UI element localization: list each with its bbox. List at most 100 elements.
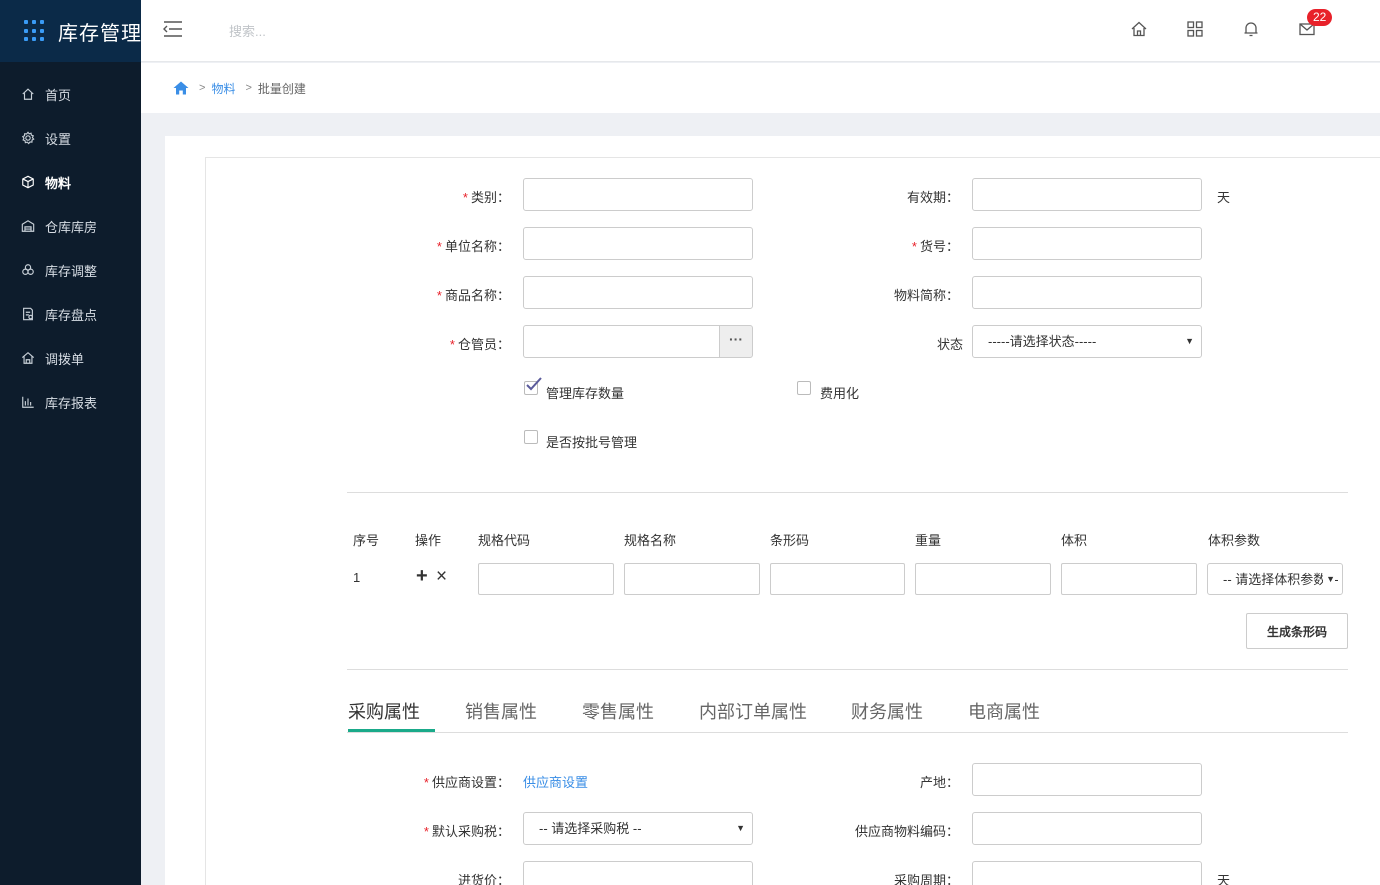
brand[interactable]: 库存管理: [0, 0, 141, 62]
transfer-icon: [21, 352, 35, 364]
topbar: 22: [141, 0, 1380, 62]
supplier-settings-link[interactable]: 供应商设置: [523, 772, 588, 791]
expense-checkbox[interactable]: [797, 381, 811, 395]
adjust-icon: [22, 264, 34, 275]
unit-name-label: * 单位名称：: [436, 239, 510, 254]
status-select[interactable]: -----请选择状态----- ▼: [972, 325, 1202, 358]
checkmark-icon: [526, 377, 542, 391]
table-header-volume-param: 体积参数: [1208, 533, 1261, 548]
manage-qty-checkbox[interactable]: [524, 377, 542, 395]
divider: [347, 492, 1348, 493]
table-header-index: 序号: [353, 533, 380, 548]
table-header-action: 操作: [415, 533, 442, 548]
breadcrumb-current: 批量创建: [257, 81, 306, 96]
search-input[interactable]: [229, 18, 429, 44]
form-container: [205, 157, 1380, 885]
home-icon[interactable]: [173, 81, 189, 95]
sidebar-item-label: 首页: [45, 87, 72, 103]
spec-code-input[interactable]: [478, 563, 614, 595]
supplier-code-label: 供应商物料编码：: [854, 824, 959, 839]
tab-ecommerce[interactable]: 电商属性: [968, 698, 1040, 724]
volume-param-value: -- 请选择体积参数 --: [1223, 572, 1339, 587]
manage-qty-label: 管理库存数量: [546, 386, 625, 401]
sidebar-item-home[interactable]: 首页: [0, 72, 141, 116]
item-no-input[interactable]: [972, 227, 1202, 260]
spec-name-input[interactable]: [624, 563, 760, 595]
warehouse-icon: [21, 220, 35, 232]
sidebar-item-reports[interactable]: 库存报表: [0, 380, 141, 424]
home-icon[interactable]: [1130, 20, 1148, 38]
purchase-price-input[interactable]: [523, 861, 753, 885]
product-name-label: * 商品名称：: [436, 288, 510, 303]
remove-row-icon[interactable]: ×: [436, 566, 447, 588]
sidebar-item-label: 调拨单: [45, 351, 85, 367]
sidebar-item-settings[interactable]: 设置: [0, 116, 141, 160]
chevron-down-icon: ▼: [736, 823, 745, 833]
sidebar-item-warehouse[interactable]: 仓库库房: [0, 204, 141, 248]
sidebar-item-label: 库存盘点: [45, 307, 98, 323]
generate-barcode-button[interactable]: 生成条形码: [1246, 613, 1348, 649]
weight-input[interactable]: [915, 563, 1051, 595]
tab-sales[interactable]: 销售属性: [465, 698, 537, 724]
chevron-down-icon: ▼: [1323, 564, 1335, 594]
purchase-tax-label: * 默认采购税：: [423, 824, 510, 839]
category-input[interactable]: [523, 178, 753, 211]
sidebar-item-stock-adjust[interactable]: 库存调整: [0, 248, 141, 292]
volume-input[interactable]: [1061, 563, 1197, 595]
tab-purchase[interactable]: 采购属性: [348, 698, 420, 724]
barcode-input[interactable]: [770, 563, 905, 595]
bar-chart-icon: [22, 396, 34, 408]
short-name-label: 物料简称：: [893, 288, 959, 303]
add-row-icon[interactable]: +: [416, 565, 428, 588]
supplier-label: * 供应商设置：: [423, 775, 510, 790]
tab-retail[interactable]: 零售属性: [582, 698, 654, 724]
sidebar-item-label: 设置: [45, 131, 72, 147]
short-name-input[interactable]: [972, 276, 1202, 309]
keeper-input[interactable]: [523, 325, 720, 358]
sidebar-item-label: 库存调整: [45, 263, 98, 279]
product-name-input[interactable]: [523, 276, 753, 309]
keeper-picker-button[interactable]: ···: [719, 325, 753, 358]
gear-icon: [21, 131, 35, 145]
table-header-volume: 体积: [1061, 533, 1088, 548]
purchase-tax-select[interactable]: -- 请选择采购税 -- ▼: [523, 812, 753, 845]
sidebar-item-stocktake[interactable]: 库存盘点: [0, 292, 141, 336]
tab-internal-order[interactable]: 内部订单属性: [699, 698, 807, 724]
purchase-cycle-label: 采购周期：: [893, 873, 959, 885]
grid-icon[interactable]: [1186, 20, 1204, 38]
breadcrumb: > 物料 > 批量创建: [141, 63, 1380, 113]
breadcrumb-separator: >: [199, 82, 206, 94]
validity-input[interactable]: [972, 178, 1202, 211]
origin-label: 产地：: [919, 775, 959, 790]
table-header-spec-name: 规格名称: [624, 533, 677, 548]
batch-label: 是否按批号管理: [546, 435, 638, 450]
batch-checkbox[interactable]: [524, 430, 538, 444]
mail-badge: 22: [1307, 9, 1333, 26]
volume-param-select[interactable]: -- 请选择体积参数 -- ▼: [1207, 563, 1343, 595]
sidebar-item-transfer[interactable]: 调拨单: [0, 336, 141, 380]
tab-finance[interactable]: 财务属性: [851, 698, 923, 724]
purchase-tax-value: -- 请选择采购税 --: [539, 821, 642, 836]
brand-title: 库存管理: [58, 22, 142, 45]
breadcrumb-separator: >: [245, 82, 252, 94]
home-icon: [22, 88, 34, 100]
origin-input[interactable]: [972, 763, 1202, 796]
row-index: 1: [353, 570, 361, 585]
breadcrumb-materials[interactable]: 物料: [211, 80, 235, 97]
status-select-value: -----请选择状态-----: [988, 334, 1097, 349]
bell-icon[interactable]: [1242, 20, 1260, 38]
table-header-spec-code: 规格代码: [478, 533, 531, 548]
table-header-weight: 重量: [915, 533, 942, 548]
unit-name-input[interactable]: [523, 227, 753, 260]
purchase-cycle-input[interactable]: [972, 861, 1202, 885]
table-header-barcode: 条形码: [770, 533, 810, 548]
inventory-icon: [23, 307, 33, 321]
tabs-divider: [347, 732, 1348, 733]
divider: [347, 669, 1348, 670]
active-tab-indicator: [348, 729, 435, 732]
sidebar-item-materials[interactable]: 物料: [0, 160, 141, 204]
keeper-label: * 仓管员：: [449, 337, 510, 352]
menu-collapse-icon[interactable]: [163, 20, 183, 38]
sidebar-nav: 首页 设置 物料 仓库库房 库存调整 库存盘点 调拨单 库存报表: [0, 62, 141, 424]
supplier-code-input[interactable]: [972, 812, 1202, 845]
